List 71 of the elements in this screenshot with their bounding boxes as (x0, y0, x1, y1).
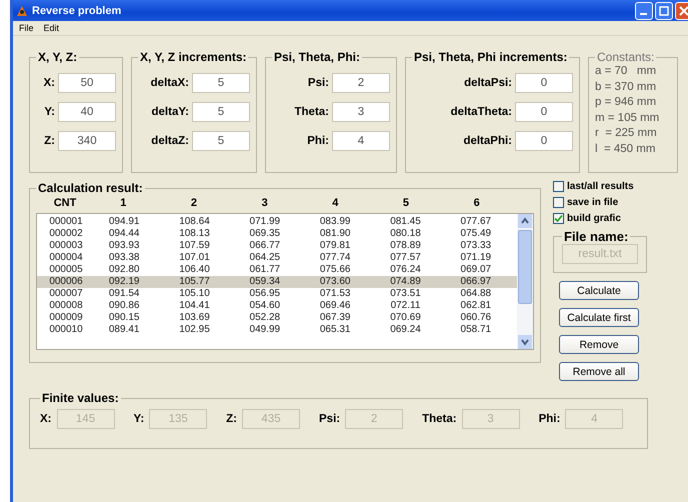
constant-text: m = 105 mm (595, 110, 660, 126)
input-field[interactable]: 5 (192, 131, 250, 151)
input-field[interactable]: 0 (515, 73, 573, 93)
column-header: 1 (119, 197, 128, 209)
group-title: X, Y, Z: (37, 50, 78, 64)
constant-text: a = 70 mm (595, 64, 658, 79)
list-row[interactable]: 000004 093.38 107.01 064.25 077.74 077.57 071.19 (37, 252, 517, 264)
action-button[interactable]: Calculate (559, 281, 639, 300)
input-field[interactable]: 340 (58, 131, 116, 151)
list-row[interactable]: 000002 094.44 108.13 069.35 081.90 080.18 075.49 (37, 228, 517, 240)
constant-text: p = 946 mm (595, 95, 658, 110)
field-label: Psi: (308, 77, 329, 89)
menu-item[interactable]: Edit (44, 23, 60, 33)
field-label: Theta: (294, 106, 329, 118)
field-label: deltaY: (152, 106, 189, 118)
list-row[interactable]: 000006 092.19 105.77 059.34 073.60 074.89 066.97 (37, 276, 517, 288)
column-header: 4 (331, 197, 340, 209)
field-label: Z: (44, 135, 55, 147)
column-header: 3 (260, 197, 269, 209)
group-title: Constants: (596, 50, 656, 64)
field-label: Phi: (307, 135, 329, 147)
group-title: X, Y, Z increments: (139, 50, 248, 64)
field-label: X: (44, 77, 55, 89)
action-button[interactable]: Remove (559, 335, 639, 354)
checkbox-label: build grafic (567, 213, 621, 224)
list-row[interactable]: 000001 094.91 108.64 071.99 083.99 081.45 077.67 (37, 216, 517, 228)
action-button[interactable]: Remove all (559, 362, 639, 381)
window-title: Reverse problem (32, 4, 122, 16)
field-label: Theta: (422, 413, 457, 425)
group-title: File name: (563, 229, 630, 244)
input-field[interactable]: 4 (332, 131, 390, 151)
group-title: Calculation result: (37, 181, 144, 195)
constant-text: r = 225 mm (595, 126, 658, 141)
field-label: deltaPsi: (464, 77, 512, 89)
list-row[interactable]: 000010 089.41 102.95 049.99 065.31 069.24 058.71 (37, 324, 517, 336)
column-header: 5 (402, 197, 410, 209)
list-row[interactable]: 000003 093.93 107.59 066.77 079.81 078.89 073.33 (37, 240, 517, 252)
input-field[interactable]: 5 (192, 102, 250, 122)
list-row[interactable]: 000009 090.15 103.69 052.28 067.39 070.69 060.76 (37, 312, 517, 324)
input-field[interactable]: 0 (515, 102, 573, 122)
field-label: deltaPhi: (463, 135, 512, 147)
column-header: CNT (52, 197, 78, 209)
input-field[interactable]: 2 (332, 73, 390, 93)
input-field[interactable]: 5 (192, 73, 250, 93)
field-label: deltaTheta: (450, 106, 512, 118)
field-label: deltaZ: (151, 135, 189, 147)
field-label: Y: (134, 413, 144, 425)
field-label: Y: (44, 106, 55, 118)
list-row[interactable]: 000007 091.54 105.10 056.95 071.53 073.51 064.88 (37, 288, 517, 300)
group-title: Psi, Theta, Phi: (273, 50, 362, 64)
input-field[interactable]: 40 (58, 102, 116, 122)
field-label: Z: (226, 413, 238, 425)
group-title: Finite values: (41, 391, 120, 405)
group-title: Psi, Theta, Phi increments: (413, 50, 568, 64)
input-field[interactable]: 0 (515, 131, 573, 151)
list-row[interactable]: 000008 090.86 104.41 054.60 069.46 072.11 062.81 (37, 300, 517, 312)
constant-text: b = 370 mm (595, 80, 658, 94)
action-button[interactable]: Calculate first (559, 308, 639, 327)
field-label: Psi: (319, 413, 340, 425)
input-field[interactable]: 3 (332, 102, 390, 122)
constant-text: l = 450 mm (595, 142, 656, 156)
field-label: X: (40, 413, 52, 425)
input-field[interactable]: 50 (58, 73, 116, 93)
column-header: 6 (472, 197, 481, 209)
field-label: deltaX: (150, 77, 189, 89)
field-label: Phi: (538, 413, 560, 425)
checkbox-label: save in file (567, 197, 618, 208)
column-header: 2 (190, 197, 198, 209)
list-row[interactable]: 000005 092.80 106.40 061.77 075.66 076.24 069.07 (37, 264, 517, 276)
menu-item[interactable]: File (19, 23, 34, 33)
checkbox-label: last/all results (567, 181, 634, 192)
